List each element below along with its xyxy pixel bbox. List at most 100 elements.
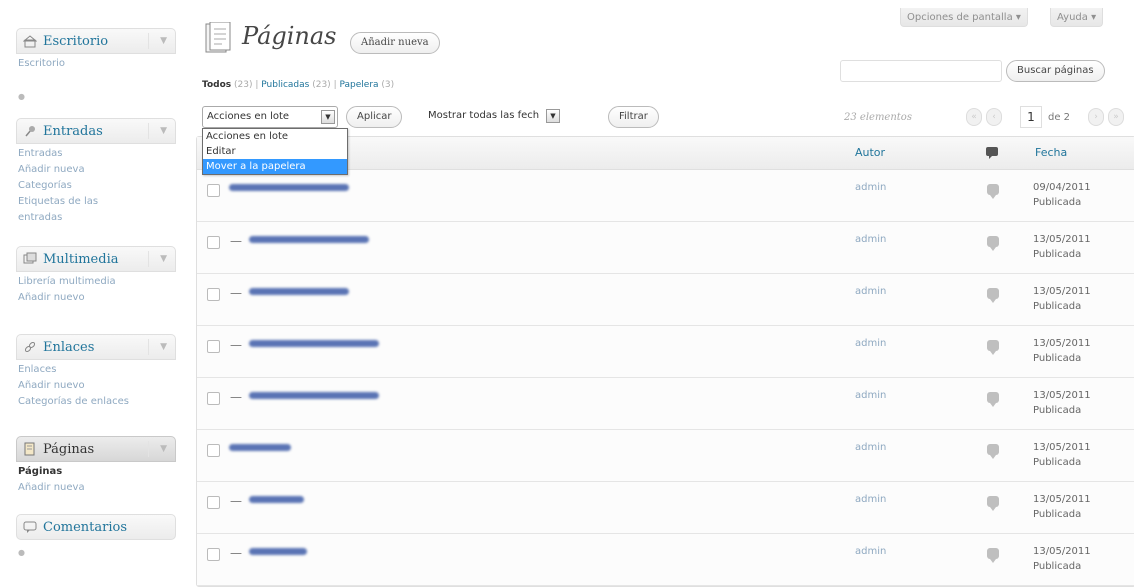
comment-count-icon[interactable] <box>987 288 999 303</box>
comment-count-icon[interactable] <box>987 184 999 199</box>
menu-toggle-icon[interactable]: ▼ <box>160 36 167 46</box>
row-status: Publicada <box>1033 405 1082 416</box>
bulk-actions-select[interactable]: Acciones en lote ▼ <box>202 106 338 128</box>
comment-count-icon[interactable] <box>987 444 999 459</box>
submenu-item-etiquetas[interactable]: Etiquetas de las <box>18 194 176 210</box>
row-checkbox[interactable] <box>207 392 220 405</box>
row-author[interactable]: admin <box>855 286 886 297</box>
row-author[interactable]: admin <box>855 234 886 245</box>
menu-head-paginas[interactable]: Páginas ▼ <box>16 436 176 462</box>
comment-count-icon[interactable] <box>987 236 999 251</box>
add-new-page-button[interactable]: Añadir nueva <box>350 32 440 54</box>
submenu-item-anadir-nueva[interactable]: Añadir nueva <box>18 480 176 496</box>
row-date: 13/05/2011 Publicada <box>1033 232 1091 262</box>
row-hierarchy-dash: — <box>230 286 242 300</box>
submenu-escritorio: Escritorio <box>16 54 176 75</box>
comment-count-icon[interactable] <box>987 392 999 407</box>
dropdown-option-trash[interactable]: Mover a la papelera <box>203 159 347 174</box>
menu-entradas: Entradas ▼ Entradas Añadir nueva Categor… <box>16 118 176 229</box>
menu-head-entradas[interactable]: Entradas ▼ <box>16 118 176 144</box>
help-tab[interactable]: Ayuda ▾ <box>1050 8 1104 27</box>
last-page-button[interactable]: » <box>1108 108 1124 126</box>
row-checkbox[interactable] <box>207 340 220 353</box>
row-checkbox[interactable] <box>207 444 220 457</box>
chevron-down-icon[interactable]: ▼ <box>321 110 335 124</box>
search-pages-button[interactable]: Buscar páginas <box>1006 60 1105 82</box>
submenu-item-paginas[interactable]: Páginas <box>18 464 176 480</box>
filter-published[interactable]: Publicadas <box>261 80 309 90</box>
table-row: — admin 13/05/2011 Publicada <box>197 378 1134 430</box>
submenu-item-categorias-enlaces[interactable]: Categorías de enlaces <box>18 394 176 410</box>
dropdown-option-bulk[interactable]: Acciones en lote <box>203 129 347 144</box>
row-author[interactable]: admin <box>855 182 886 193</box>
menu-toggle-icon[interactable]: ▼ <box>160 254 167 264</box>
table-row: admin 09/04/2011 Publicada <box>197 170 1134 222</box>
submenu-item-enlaces[interactable]: Enlaces <box>18 362 176 378</box>
row-title-link[interactable] <box>249 236 369 243</box>
first-page-button[interactable]: « <box>966 108 982 126</box>
menu-toggle-icon[interactable]: ▼ <box>160 342 167 352</box>
row-title-link[interactable] <box>249 340 379 347</box>
row-title-link[interactable] <box>229 444 291 451</box>
menu-toggle-icon[interactable]: ▼ <box>160 126 167 136</box>
row-checkbox[interactable] <box>207 184 220 197</box>
row-date-value: 13/05/2011 <box>1033 338 1091 349</box>
next-page-button[interactable]: › <box>1088 108 1104 126</box>
chevron-down-icon[interactable]: ▼ <box>546 109 560 123</box>
row-author[interactable]: admin <box>855 442 886 453</box>
column-date[interactable]: Fecha <box>1035 146 1067 159</box>
row-title-link[interactable] <box>249 288 349 295</box>
row-checkbox[interactable] <box>207 236 220 249</box>
menu-head-escritorio[interactable]: Escritorio ▼ <box>16 28 176 54</box>
dashboard-icon <box>23 34 37 48</box>
submenu-item-etiquetas-cont[interactable]: entradas <box>18 210 176 226</box>
submenu-item-libreria[interactable]: Librería multimedia <box>18 274 176 290</box>
dropdown-option-edit[interactable]: Editar <box>203 144 347 159</box>
column-author[interactable]: Autor <box>855 146 885 159</box>
apply-button[interactable]: Aplicar <box>346 106 403 128</box>
row-title-link[interactable] <box>249 548 307 555</box>
current-page-input[interactable]: 1 <box>1020 106 1042 128</box>
search-input[interactable] <box>840 60 1002 82</box>
menu-head-comentarios[interactable]: Comentarios <box>16 514 176 540</box>
row-author[interactable]: admin <box>855 390 886 401</box>
comment-count-icon[interactable] <box>987 496 999 511</box>
row-date: 13/05/2011 Publicada <box>1033 544 1091 574</box>
row-title-link[interactable] <box>229 184 349 191</box>
separator-dots: ● <box>18 548 25 557</box>
submenu-item-anadir-nueva[interactable]: Añadir nueva <box>18 162 176 178</box>
row-author[interactable]: admin <box>855 494 886 505</box>
row-title-link[interactable] <box>249 496 304 503</box>
pin-icon <box>23 124 37 138</box>
filter-button[interactable]: Filtrar <box>608 106 659 128</box>
row-checkbox[interactable] <box>207 496 220 509</box>
menu-head-multimedia[interactable]: Multimedia ▼ <box>16 246 176 272</box>
comment-count-icon[interactable] <box>987 340 999 355</box>
row-date-value: 09/04/2011 <box>1033 182 1091 193</box>
submenu-item-anadir-nuevo[interactable]: Añadir nuevo <box>18 378 176 394</box>
row-author[interactable]: admin <box>855 338 886 349</box>
menu-toggle-icon[interactable]: ▼ <box>160 444 167 454</box>
help-label: Ayuda <box>1057 12 1088 23</box>
bulk-actions-dropdown: Acciones en lote Editar Mover a la papel… <box>202 128 348 175</box>
screen-options-tab[interactable]: Opciones de pantalla ▾ <box>900 8 1028 27</box>
submenu-item-categorias[interactable]: Categorías <box>18 178 176 194</box>
comment-count-icon[interactable] <box>987 548 999 563</box>
dates-filter-select[interactable]: Mostrar todas las fech ▼ <box>428 106 568 128</box>
table-body: admin 09/04/2011 Publicada — admin 13/05/2011… <box>197 170 1134 586</box>
submenu-item-escritorio[interactable]: Escritorio <box>18 56 176 72</box>
row-checkbox[interactable] <box>207 288 220 301</box>
row-checkbox[interactable] <box>207 548 220 561</box>
submenu-item-entradas[interactable]: Entradas <box>18 146 176 162</box>
filter-trash[interactable]: Papelera <box>340 80 379 90</box>
filter-all[interactable]: Todos <box>202 80 231 90</box>
filter-published-count: (23) <box>312 80 331 90</box>
menu-head-enlaces[interactable]: Enlaces ▼ <box>16 334 176 360</box>
row-author[interactable]: admin <box>855 546 886 557</box>
page-icon <box>204 21 232 59</box>
row-status: Publicada <box>1033 457 1082 468</box>
submenu-item-anadir-nuevo[interactable]: Añadir nuevo <box>18 290 176 306</box>
row-title-link[interactable] <box>249 392 379 399</box>
prev-page-button[interactable]: ‹ <box>986 108 1002 126</box>
row-date: 13/05/2011 Publicada <box>1033 284 1091 314</box>
